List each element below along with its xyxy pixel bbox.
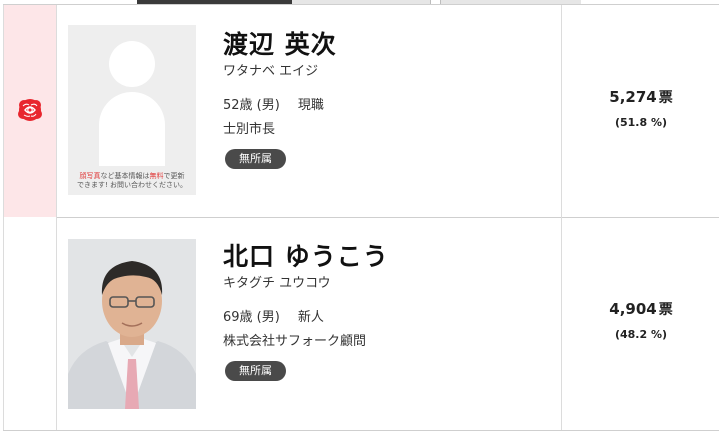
candidate-name: 北口 ゆうこう [223,242,389,271]
elected-mark-cell [3,5,57,217]
party-badge: 無所属 [225,361,286,381]
candidate-kana: ワタナベ エイジ [223,64,319,79]
candidate-status: 新人 [297,310,324,325]
candidate-age: 69歳 (男) 新人 [223,310,324,325]
vote-percent: (51.8 %) [614,116,668,129]
party-badge: 無所属 [225,149,286,169]
person-silhouette-icon [109,41,155,87]
candidate-photo [68,239,196,409]
photo-update-note: 顔写真など基本情報は無料で更新 できます! お問い合わせください。 [76,172,188,189]
candidate-row: 北口 ゆうこう キタグチ ユウコウ 69歳 (男) 新人 株式会社サフォーク顧問 … [3,217,720,431]
vote-cell: 4,904 票 (48.2 %) [561,217,720,430]
candidate-job: 株式会社サフォーク顧問 [223,334,367,349]
candidate-status: 現職 [297,98,324,113]
rose-icon [18,99,42,121]
candidate-job: 士別市長 [223,122,276,137]
candidate-kana: キタグチ ユウコウ [223,276,331,291]
mark-cell [3,217,57,430]
vote-cell: 5,274 票 (51.8 %) [561,5,720,217]
candidate-name: 渡辺 英次 [223,30,337,59]
candidate-portrait [68,239,196,409]
vote-count: 5,274 票 [609,88,673,106]
vote-count: 4,904 票 [609,300,673,318]
vote-percent: (48.2 %) [614,328,668,341]
candidate-row: 顔写真など基本情報は無料で更新 できます! お問い合わせください。 渡辺 英次 … [3,4,720,218]
candidate-age: 52歳 (男) 現職 [223,98,324,113]
candidate-photo-placeholder: 顔写真など基本情報は無料で更新 できます! お問い合わせください。 [68,25,196,195]
